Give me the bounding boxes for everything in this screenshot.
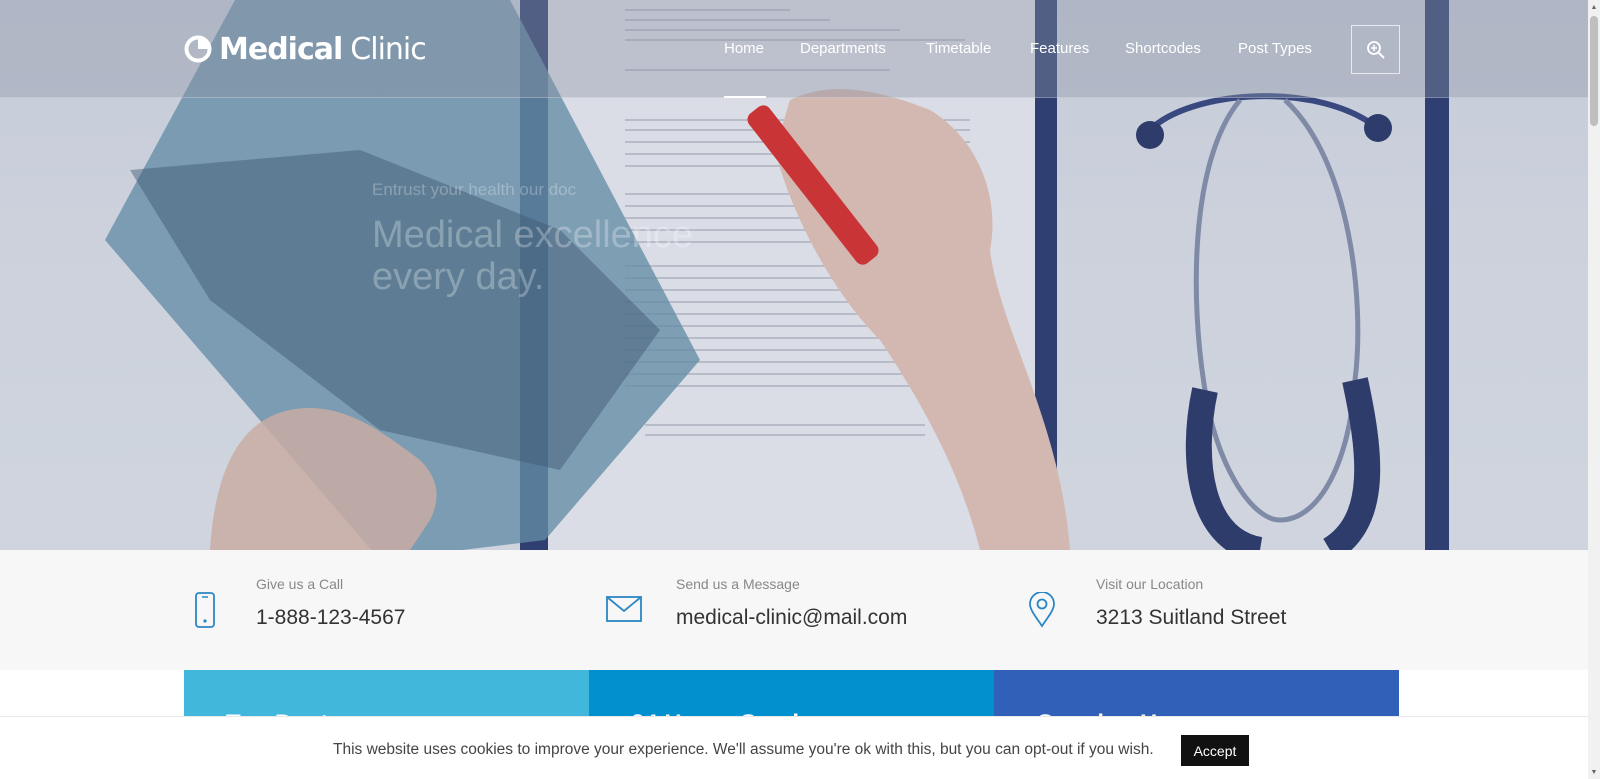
hero-headline-line1: Medical excellence [372, 214, 694, 256]
zoom-in-icon [1366, 40, 1385, 59]
nav-item-post-types[interactable]: Post Types [1238, 40, 1312, 57]
hero-caption: Entrust your health our doc Medical exce… [372, 180, 693, 298]
cookie-accept-button[interactable]: Accept [1181, 735, 1249, 766]
contact-strip: Give us a Call 1-888-123-4567 Send us a … [0, 550, 1588, 670]
scroll-down-arrow-icon[interactable]: ▼ [1588, 765, 1600, 779]
nav-item-shortcodes[interactable]: Shortcodes [1125, 40, 1201, 57]
page-scrollbar[interactable]: ▲ ▼ [1588, 0, 1600, 779]
mobile-phone-icon [195, 592, 215, 628]
clinic-logo-icon [184, 35, 212, 63]
nav-item-timetable[interactable]: Timetable [926, 40, 991, 57]
nav-item-home[interactable]: Home [724, 40, 764, 57]
search-button[interactable] [1351, 25, 1400, 74]
hero-headline-line2: every day. [372, 256, 545, 298]
scroll-up-arrow-icon[interactable]: ▲ [1588, 0, 1600, 14]
logo-word-medical: Medical [219, 31, 343, 67]
contact-call-label: Give us a Call [256, 576, 344, 592]
contact-location-value: 3213 Suitland Street [1096, 606, 1287, 629]
map-pin-icon [1029, 592, 1055, 628]
cookie-message: This website uses cookies to improve you… [333, 741, 1154, 758]
nav-active-indicator [724, 96, 766, 98]
scrollbar-thumb[interactable] [1590, 16, 1598, 126]
hero-kicker: Entrust your health our doc [372, 180, 577, 199]
cookie-consent-bar: This website uses cookies to improve you… [0, 716, 1588, 779]
logo-word-clinic: Clinic [350, 31, 426, 67]
contact-message-label: Send us a Message [676, 576, 800, 592]
hero-headline: Medical excellence every day. [372, 214, 693, 298]
contact-call-value[interactable]: 1-888-123-4567 [256, 606, 405, 630]
nav-item-features[interactable]: Features [1030, 40, 1089, 57]
site-header: Medical Clinic Home Departments Timetabl… [0, 0, 1588, 98]
contact-location-label: Visit our Location [1096, 576, 1204, 592]
nav-item-departments[interactable]: Departments [800, 40, 886, 57]
contact-message-value[interactable]: medical-clinic@mail.com [676, 606, 907, 630]
site-logo[interactable]: Medical Clinic [183, 31, 427, 67]
envelope-icon [606, 596, 642, 622]
